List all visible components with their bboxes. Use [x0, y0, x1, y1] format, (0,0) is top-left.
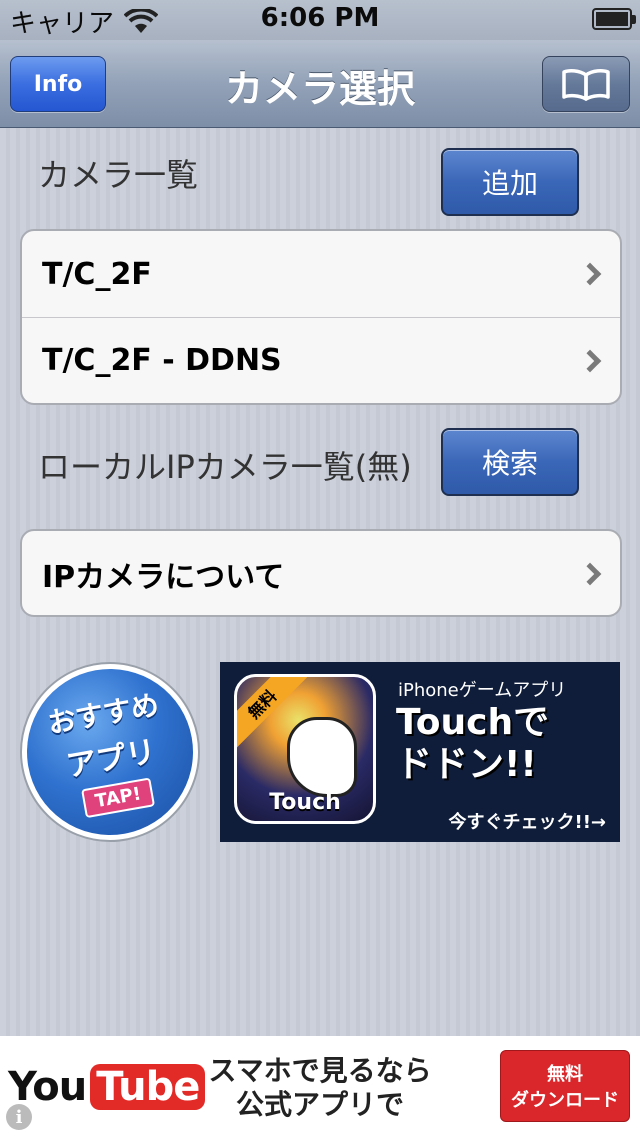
pointing-hand-icon — [287, 717, 357, 797]
youtube-ad-text: スマホで見るなら 公式アプリで — [170, 1054, 470, 1122]
navigation-bar: Info カメラ選択 — [0, 40, 640, 128]
camera-list-item[interactable]: T/C_2F — [22, 231, 620, 317]
tap-badge: TAP! — [80, 776, 156, 818]
chevron-right-icon — [578, 262, 602, 286]
ad-subtitle: iPhoneゲームアプリ — [398, 680, 567, 701]
free-download-button[interactable]: 無料 ダウンロード — [500, 1050, 630, 1122]
youtube-ad-text-line1: スマホで見るなら — [208, 1054, 432, 1087]
recommended-apps-button[interactable]: おすすめ アプリ TAP! — [13, 655, 207, 849]
status-bar: キャリア 6:06 PM — [0, 0, 640, 40]
youtube-ad-banner[interactable]: You Tube スマホで見るなら 公式アプリで 無料 ダウンロード i — [0, 1036, 640, 1136]
about-list: IPカメラについて — [20, 529, 622, 617]
touch-game-app-icon: 無料 Touch — [234, 674, 376, 824]
search-camera-button[interactable]: 検索 — [441, 428, 579, 496]
ad-title: Touchで ドドン!! — [396, 702, 616, 786]
camera-name: T/C_2F — [42, 256, 152, 292]
ad-title-line2: ドドン!! — [396, 744, 537, 785]
chevron-right-icon — [578, 349, 602, 372]
bookmarks-button[interactable] — [542, 56, 630, 112]
download-button-line1: 無料 — [547, 1064, 583, 1085]
about-ip-camera-item[interactable]: IPカメラについて — [22, 531, 620, 615]
status-time: 6:06 PM — [260, 3, 380, 33]
battery-icon — [592, 8, 636, 30]
book-icon — [562, 69, 610, 101]
ad-title-line1: Touchで — [396, 702, 550, 743]
youtube-ad-text-line2: 公式アプリで — [235, 1088, 404, 1121]
camera-list-item[interactable]: T/C_2F - DDNS — [22, 317, 620, 403]
add-camera-button[interactable]: 追加 — [441, 148, 579, 216]
about-ip-camera-label: IPカメラについて — [42, 560, 285, 595]
ad-info-icon[interactable]: i — [6, 1104, 32, 1130]
ad-cta: 今すぐチェック!!→ — [448, 812, 607, 833]
game-ad-banner[interactable]: 無料 Touch iPhoneゲームアプリ Touchで ドドン!! 今すぐチェ… — [220, 662, 620, 842]
recommended-apps-badge: おすすめ アプリ TAP! — [13, 655, 207, 849]
download-button-line2: ダウンロード — [511, 1090, 619, 1111]
camera-list: T/C_2F T/C_2F - DDNS — [20, 229, 622, 405]
camera-name: T/C_2F - DDNS — [42, 343, 282, 378]
app-icon-label: Touch — [269, 790, 341, 815]
local-camera-list-label: ローカルIPカメラ一覧(無) — [38, 448, 412, 486]
chevron-right-icon — [578, 562, 602, 586]
camera-list-label: カメラ一覧 — [38, 156, 199, 194]
